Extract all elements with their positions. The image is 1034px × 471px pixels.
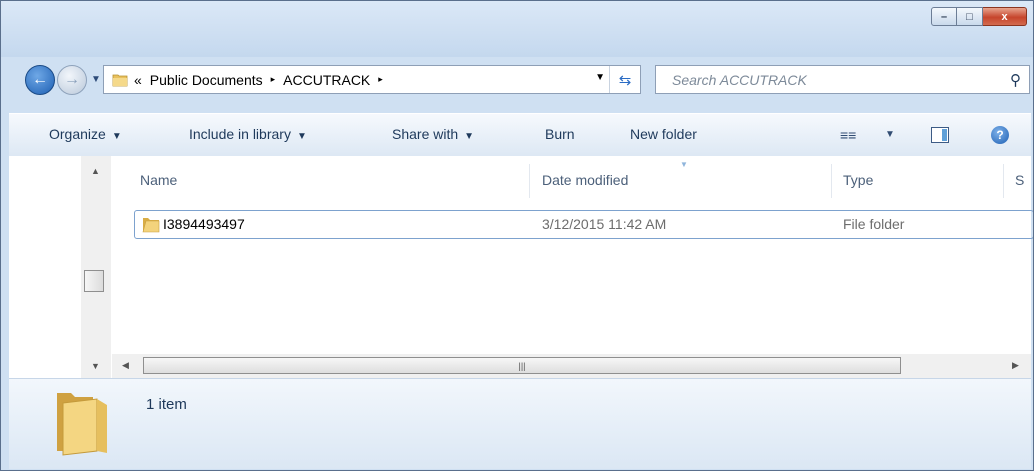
grip-icon: |||: [518, 360, 526, 371]
search-input[interactable]: Search ACCUTRACK ⚲: [655, 65, 1030, 94]
scrollbar-thumb[interactable]: [84, 270, 104, 292]
burn-button[interactable]: Burn: [545, 126, 575, 142]
breadcrumb-separator[interactable]: ▸: [271, 74, 276, 85]
command-bar: Organize ▼ Include in library ▼ Share with…: [9, 113, 1031, 157]
chevron-down-icon: ▼: [111, 131, 122, 142]
scrollbar-thumb[interactable]: |||: [143, 357, 901, 374]
include-in-library-label: Include in library: [189, 126, 291, 142]
share-with-button[interactable]: Share with ▼: [392, 126, 474, 142]
maximize-button[interactable]: □: [957, 7, 983, 26]
folder-icon: [112, 74, 128, 86]
file-date-modified: 3/12/2015 11:42 AM: [542, 216, 667, 232]
breadcrumb-accutrack[interactable]: ACCUTRACK: [283, 72, 370, 88]
address-dropdown-icon[interactable]: ▼: [595, 72, 605, 83]
file-name: I3894493497: [163, 216, 245, 232]
back-arrow-icon: ←: [32, 71, 48, 88]
file-type: File folder: [843, 216, 905, 232]
sort-indicator-icon: ▼: [680, 160, 688, 169]
forward-button[interactable]: →: [57, 65, 87, 95]
title-bar[interactable]: – □ x: [1, 1, 1033, 57]
column-divider[interactable]: [529, 164, 530, 198]
close-button[interactable]: x: [983, 7, 1027, 26]
back-button[interactable]: ←: [25, 65, 55, 95]
share-with-label: Share with: [392, 126, 459, 142]
item-count: 1 item: [146, 396, 187, 413]
change-view-icon[interactable]: ≡≡: [840, 127, 856, 143]
scroll-left-arrow-icon[interactable]: ◀: [122, 360, 129, 371]
column-header-size[interactable]: S: [1015, 172, 1024, 188]
details-pane: 1 item: [9, 378, 1031, 469]
preview-pane-icon[interactable]: [931, 127, 949, 143]
scroll-up-arrow-icon[interactable]: ▲: [91, 166, 100, 176]
organize-label: Organize: [49, 126, 106, 142]
column-header-name[interactable]: Name: [140, 172, 177, 188]
chevron-down-icon: ▼: [464, 131, 475, 142]
file-list: ▼ Name Date modified Type S I3894493497 …: [112, 156, 1033, 378]
address-bar[interactable]: « Public Documents ▸ ACCUTRACK ▸ ▼ ⇆: [103, 65, 641, 94]
help-icon[interactable]: ?: [991, 126, 1009, 144]
explorer-window: – □ x ← → ▼ « Public Documents ▸ ACCUTRA…: [0, 0, 1034, 471]
navigation-pane-scrollbar[interactable]: ▲ ▼: [81, 156, 111, 378]
recent-pages-button[interactable]: ▼: [91, 74, 101, 85]
organize-button[interactable]: Organize ▼: [49, 126, 122, 142]
column-header-type[interactable]: Type: [843, 172, 873, 188]
new-folder-button[interactable]: New folder: [630, 126, 697, 142]
column-header-date-modified[interactable]: Date modified: [542, 172, 628, 188]
horizontal-scrollbar[interactable]: ◀ ||| ▶: [112, 354, 1031, 378]
column-divider[interactable]: [1003, 164, 1004, 198]
search-placeholder: Search ACCUTRACK: [672, 71, 807, 88]
scroll-right-arrow-icon[interactable]: ▶: [1012, 360, 1019, 371]
chevron-down-icon[interactable]: ▼: [885, 129, 895, 140]
minimize-button[interactable]: –: [931, 7, 957, 26]
scroll-down-arrow-icon[interactable]: ▼: [91, 361, 100, 371]
address-overflow-button[interactable]: «: [134, 72, 142, 88]
refresh-icon[interactable]: ⇆: [609, 66, 640, 93]
file-row[interactable]: I3894493497 3/12/2015 11:42 AM File fold…: [134, 210, 1033, 239]
column-divider[interactable]: [831, 164, 832, 198]
folder-icon: [57, 393, 107, 456]
folder-icon: [142, 218, 160, 233]
include-in-library-button[interactable]: Include in library ▼: [189, 126, 307, 142]
search-icon[interactable]: ⚲: [1010, 71, 1021, 89]
chevron-down-icon: ▼: [91, 74, 101, 85]
caption-buttons: – □ x: [931, 7, 1027, 27]
breadcrumb-public-documents[interactable]: Public Documents: [150, 72, 263, 88]
chevron-down-icon: ▼: [296, 131, 307, 142]
breadcrumb-separator[interactable]: ▸: [378, 74, 383, 85]
forward-arrow-icon: →: [64, 71, 80, 88]
